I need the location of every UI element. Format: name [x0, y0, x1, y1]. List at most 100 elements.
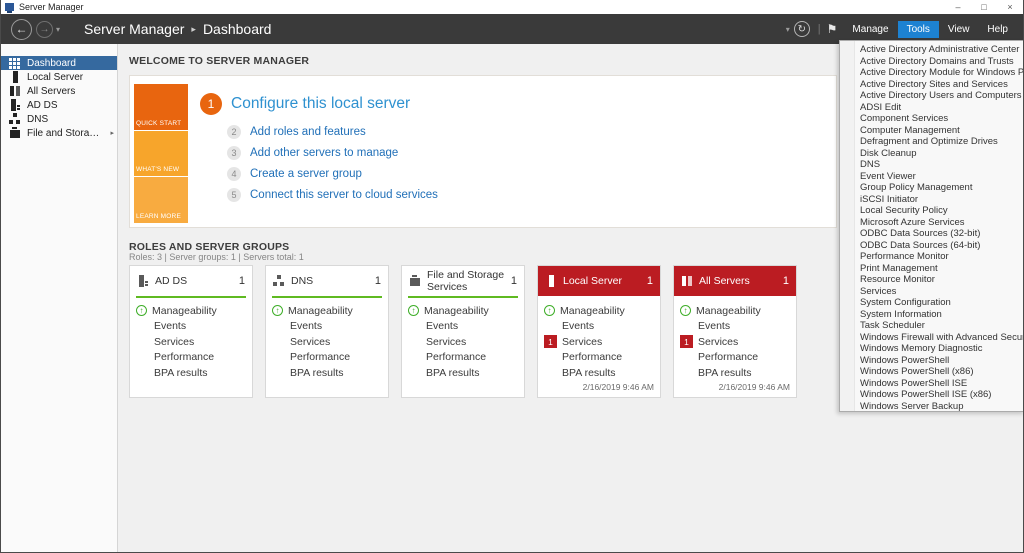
refresh-icon[interactable]: ↻ [793, 21, 810, 37]
sidebar-item[interactable]: Dashboard [1, 56, 117, 70]
tools-menu-item[interactable]: Windows Firewall with Advanced Security [840, 332, 1023, 344]
card-status-row[interactable]: BPA results [544, 365, 660, 381]
card-status-row[interactable]: 1 Services [544, 334, 660, 350]
expand-arrow-icon[interactable]: ▸ [110, 129, 114, 137]
role-card-title[interactable]: Local Server [563, 275, 641, 287]
card-status-row[interactable]: 1 Services [680, 334, 796, 350]
quickstart-step[interactable]: 1 Configure this local server [200, 92, 438, 116]
role-card-title[interactable]: All Servers [699, 275, 777, 287]
card-status-row[interactable]: BPA results [272, 365, 388, 381]
card-status-row[interactable]: ↑ Manageability [136, 303, 252, 319]
tools-menu-item[interactable]: Disk Cleanup [840, 148, 1023, 160]
card-status-row[interactable]: Performance [272, 350, 388, 366]
tools-menu-item[interactable]: Active Directory Sites and Services [840, 79, 1023, 91]
menu-bar-item[interactable]: Help [978, 21, 1017, 38]
card-status-row[interactable]: Services [136, 334, 252, 350]
sidebar-item[interactable]: Local Server [1, 70, 117, 84]
tools-menu-item[interactable]: iSCSI Initiator [840, 194, 1023, 206]
tools-menu-item[interactable]: Component Services [840, 113, 1023, 125]
menu-bar-item[interactable]: Manage [843, 21, 897, 38]
tools-menu-item[interactable]: Active Directory Users and Computers [840, 90, 1023, 102]
tools-menu-item[interactable]: Active Directory Administrative Center [840, 44, 1023, 56]
tools-menu-item[interactable]: Windows PowerShell (x86) [840, 366, 1023, 378]
maximize-button[interactable]: □ [971, 0, 997, 14]
menu-bar-item[interactable]: Tools [897, 20, 939, 38]
role-card-title[interactable]: AD DS [155, 275, 233, 287]
tools-menu-item[interactable]: Microsoft Azure Services [840, 217, 1023, 229]
card-status-row[interactable]: Performance [544, 350, 660, 366]
quickstart-step[interactable]: 4 Create a server group [227, 167, 438, 181]
card-status-row[interactable]: Events [680, 319, 796, 335]
tools-menu-item[interactable]: Services [840, 286, 1023, 298]
step-link[interactable]: Create a server group [250, 168, 362, 180]
card-status-row[interactable]: Performance [136, 350, 252, 366]
sidebar-item[interactable]: File and Storage Services ▸ [1, 126, 117, 140]
sidebar-item[interactable]: All Servers [1, 84, 117, 98]
refresh-chevron-down-icon[interactable]: ▾ [786, 25, 790, 34]
tools-menu-item[interactable]: Windows PowerShell ISE [840, 378, 1023, 390]
sidebar-item[interactable]: DNS [1, 112, 117, 126]
card-status-row[interactable]: Events [408, 319, 524, 335]
role-card-header[interactable]: All Servers 1 [674, 266, 796, 296]
back-icon[interactable]: ← [11, 18, 32, 40]
card-status-row[interactable]: ↑ Manageability [272, 303, 388, 319]
forward-icon[interactable]: → [36, 20, 53, 38]
history-chevron-down-icon[interactable]: ▾ [56, 25, 60, 34]
card-status-row[interactable]: Performance [680, 350, 796, 366]
step-link[interactable]: Add other servers to manage [250, 147, 398, 159]
tools-menu-item[interactable]: Windows PowerShell [840, 355, 1023, 367]
card-status-row[interactable]: Events [272, 319, 388, 335]
tools-menu-item[interactable]: Group Policy Management [840, 182, 1023, 194]
role-card-title[interactable]: DNS [291, 275, 369, 287]
card-status-row[interactable]: BPA results [680, 365, 796, 381]
tools-menu-item[interactable]: Windows Server Backup [840, 401, 1023, 413]
sidebar-item[interactable]: AD DS [1, 98, 117, 112]
tools-menu-item[interactable]: Event Viewer [840, 171, 1023, 183]
quickstart-step[interactable]: 5 Connect this server to cloud services [227, 188, 438, 202]
tools-menu-item[interactable]: Local Security Policy [840, 205, 1023, 217]
card-status-row[interactable]: Performance [408, 350, 524, 366]
tools-menu-item[interactable]: Active Directory Module for Windows Powe… [840, 67, 1023, 79]
quickstart-step[interactable]: 3 Add other servers to manage [227, 146, 438, 160]
tools-menu-item[interactable]: Resource Monitor [840, 274, 1023, 286]
tools-menu-item[interactable]: Windows Memory Diagnostic [840, 343, 1023, 355]
role-card-header[interactable]: AD DS 1 [130, 266, 252, 296]
breadcrumb-root[interactable]: Server Manager [84, 21, 184, 37]
tools-menu-item[interactable]: ODBC Data Sources (32-bit) [840, 228, 1023, 240]
menu-bar-item[interactable]: View [939, 21, 979, 38]
tools-menu-item[interactable]: Computer Management [840, 125, 1023, 137]
card-status-row[interactable]: Services [272, 334, 388, 350]
tools-menu-item[interactable]: Print Management [840, 263, 1023, 275]
quickstart-step[interactable]: 2 Add roles and features [227, 125, 438, 139]
welcome-tab[interactable]: LEARN MORE [134, 177, 188, 223]
welcome-tab[interactable]: WHAT'S NEW [134, 131, 188, 176]
tools-menu-item[interactable]: Active Directory Domains and Trusts [840, 56, 1023, 68]
role-card-header[interactable]: Local Server 1 [538, 266, 660, 296]
tools-menu-item[interactable]: Defragment and Optimize Drives [840, 136, 1023, 148]
tools-menu-item[interactable]: System Configuration [840, 297, 1023, 309]
step-link[interactable]: Add roles and features [250, 126, 366, 138]
card-status-row[interactable]: ↑ Manageability [544, 303, 660, 319]
tools-menu-item[interactable]: System Information [840, 309, 1023, 321]
tools-menu-item[interactable]: Performance Monitor [840, 251, 1023, 263]
tools-menu-item[interactable]: Task Scheduler [840, 320, 1023, 332]
card-status-row[interactable]: ↑ Manageability [408, 303, 524, 319]
tools-menu-item[interactable]: Windows PowerShell ISE (x86) [840, 389, 1023, 401]
card-status-row[interactable]: BPA results [408, 365, 524, 381]
card-status-row[interactable]: Services [408, 334, 524, 350]
minimize-button[interactable]: – [945, 0, 971, 14]
step-link[interactable]: Configure this local server [231, 95, 410, 113]
role-card-title[interactable]: File and Storage Services [427, 269, 505, 293]
card-status-row[interactable]: ↑ Manageability [680, 303, 796, 319]
role-card-header[interactable]: File and Storage Services 1 [402, 266, 524, 296]
tools-menu-item[interactable]: DNS [840, 159, 1023, 171]
notifications-flag-icon[interactable]: ⚑ [827, 22, 838, 36]
tools-menu-item[interactable]: ADSI Edit [840, 102, 1023, 114]
card-status-row[interactable]: Events [136, 319, 252, 335]
role-card-header[interactable]: DNS 1 [266, 266, 388, 296]
step-link[interactable]: Connect this server to cloud services [250, 189, 438, 201]
welcome-tab[interactable]: QUICK START [134, 84, 188, 130]
card-status-row[interactable]: BPA results [136, 365, 252, 381]
close-button[interactable]: × [997, 0, 1023, 14]
tools-menu-item[interactable]: ODBC Data Sources (64-bit) [840, 240, 1023, 252]
